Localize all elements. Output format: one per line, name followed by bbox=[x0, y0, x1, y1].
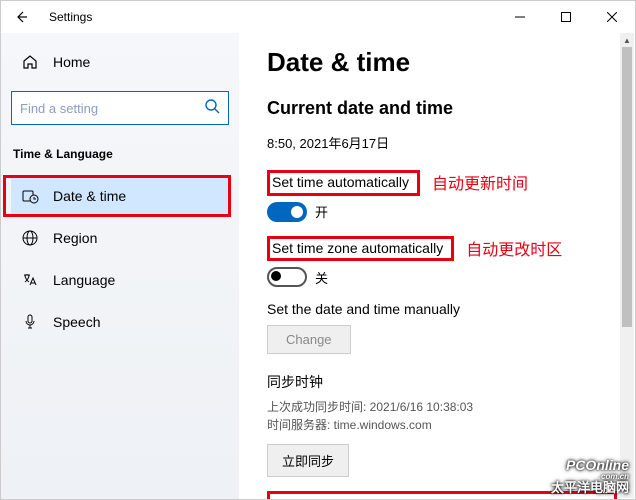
home-nav[interactable]: Home bbox=[11, 45, 229, 79]
nav-speech[interactable]: Speech bbox=[11, 303, 229, 341]
change-button: Change bbox=[267, 325, 351, 354]
manual-label: Set the date and time manually bbox=[267, 301, 607, 317]
scroll-up-icon[interactable]: ▲ bbox=[620, 33, 634, 47]
settings-window: Settings Home Time & Language Date bbox=[0, 0, 636, 500]
search-icon bbox=[204, 98, 220, 119]
nav-label: Language bbox=[53, 272, 115, 288]
maximize-button[interactable] bbox=[543, 1, 589, 33]
set-time-auto-state: 开 bbox=[315, 202, 328, 221]
nav-language[interactable]: Language bbox=[11, 261, 229, 299]
nav-date-time[interactable]: Date & time bbox=[11, 177, 229, 215]
search-input[interactable] bbox=[20, 101, 204, 116]
scroll-down-icon[interactable]: ▼ bbox=[620, 484, 634, 498]
timezone-block: Time zone (UTC+08:00) 北京，重庆，香港特别行政 bbox=[267, 491, 617, 499]
section-heading: Time & Language bbox=[11, 143, 229, 173]
set-tz-auto-label: Set time zone automatically bbox=[267, 236, 454, 262]
nav-label: Speech bbox=[53, 314, 100, 330]
microphone-icon bbox=[21, 313, 39, 331]
nav-label: Region bbox=[53, 230, 97, 246]
main-panel: Date & time Current date and time 8:50, … bbox=[239, 33, 635, 499]
content-area: Home Time & Language Date & time Region … bbox=[1, 33, 635, 499]
current-datetime-value: 8:50, 2021年6月17日 bbox=[267, 133, 607, 152]
close-button[interactable] bbox=[589, 1, 635, 33]
scrollbar-thumb[interactable] bbox=[622, 47, 632, 327]
back-button[interactable] bbox=[9, 5, 33, 29]
calendar-clock-icon bbox=[21, 187, 39, 205]
sync-server: 时间服务器: time.windows.com bbox=[267, 416, 607, 434]
nav-region[interactable]: Region bbox=[11, 219, 229, 257]
sync-last-time: 上次成功同步时间: 2021/6/16 10:38:03 bbox=[267, 398, 607, 416]
globe-icon bbox=[21, 229, 39, 247]
home-icon bbox=[21, 53, 39, 71]
set-tz-auto-annotation: 自动更改时区 bbox=[466, 236, 562, 260]
minimize-button[interactable] bbox=[497, 1, 543, 33]
scrollbar[interactable]: ▲ ▼ bbox=[620, 33, 634, 498]
current-datetime-heading: Current date and time bbox=[267, 98, 607, 119]
set-time-auto-label: Set time automatically bbox=[267, 170, 420, 196]
nav-label: Date & time bbox=[53, 188, 126, 204]
set-time-auto-toggle[interactable] bbox=[267, 202, 307, 222]
search-box[interactable] bbox=[11, 91, 229, 125]
page-heading: Date & time bbox=[267, 47, 607, 78]
language-icon bbox=[21, 271, 39, 289]
set-tz-auto-toggle[interactable] bbox=[267, 267, 307, 287]
window-title: Settings bbox=[49, 10, 92, 24]
set-tz-auto-state: 关 bbox=[315, 268, 328, 287]
home-label: Home bbox=[53, 54, 90, 70]
sidebar: Home Time & Language Date & time Region … bbox=[1, 33, 239, 499]
window-controls bbox=[497, 1, 635, 33]
sync-now-button[interactable]: 立即同步 bbox=[267, 444, 349, 477]
set-time-auto-annotation: 自动更新时间 bbox=[432, 170, 528, 194]
titlebar: Settings bbox=[1, 1, 635, 33]
sync-heading: 同步时钟 bbox=[267, 372, 607, 392]
